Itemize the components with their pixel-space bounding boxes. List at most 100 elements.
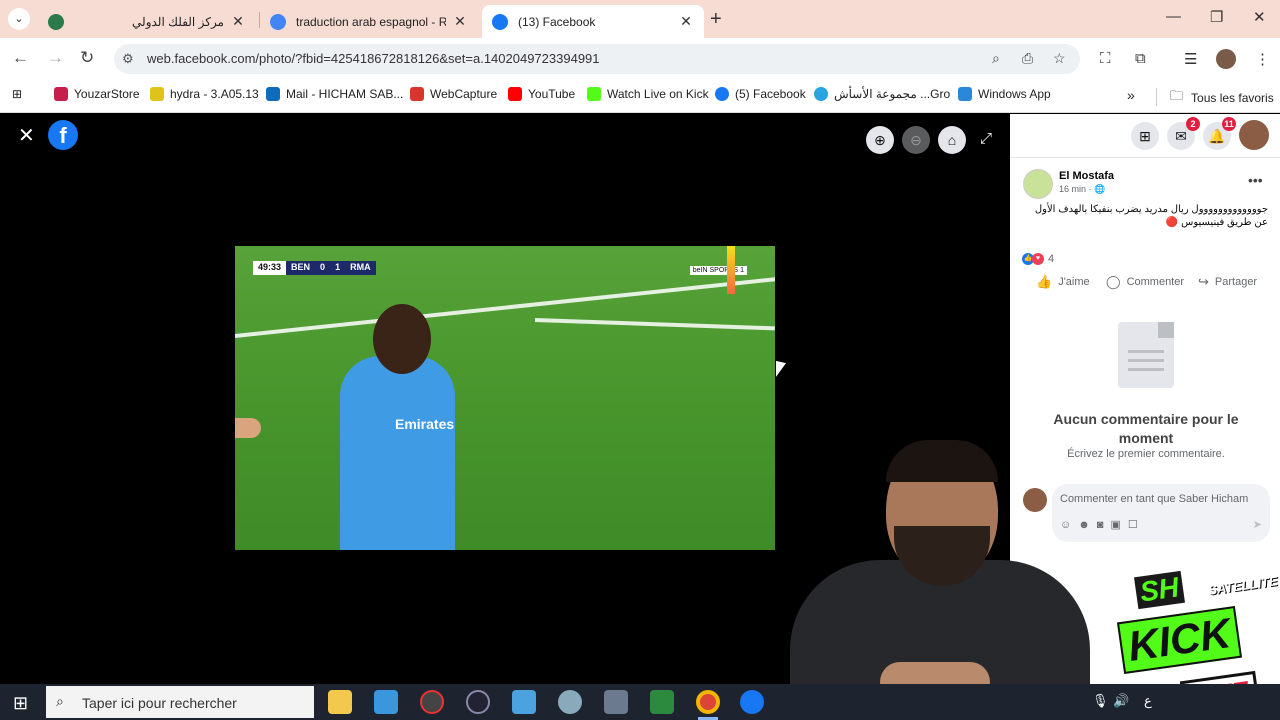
hand [235,418,261,438]
bookmark-facebook[interactable]: (5) Facebook [715,87,806,101]
microphone-icon[interactable]: 🎙 [1092,693,1109,709]
bookmark-hydra[interactable]: hydra - 3.A05.13 [150,87,259,101]
close-window-button[interactable]: ✕ [1253,8,1266,26]
restore-button[interactable]: ❐ [1210,8,1223,26]
back-icon[interactable]: ← [12,48,29,68]
edge-icon[interactable] [740,690,764,714]
messenger-icon[interactable]: ✉ 2 [1167,117,1200,150]
bookmark-star-icon[interactable]: ☆ [1053,50,1066,67]
apps-icon[interactable]: ⊞ [12,87,22,101]
reaction-count: 4 [1048,253,1055,265]
share-button[interactable]: ↪ Partager [1198,274,1257,290]
reaction-summary[interactable]: 👍 ♥ 4 [1022,253,1054,265]
bookmark-webcapture[interactable]: WebCapture [410,87,497,101]
notifications-icon[interactable]: 🔔 11 [1203,117,1236,150]
chrome-icon[interactable] [696,690,720,714]
menu-grid-icon[interactable]: ⊞ [1131,122,1159,150]
media-controls-icon[interactable]: ☰ [1184,50,1197,68]
facebook-logo[interactable]: f [48,120,78,150]
profile-avatar[interactable] [1216,49,1236,69]
tab-title: traduction arab espagnol - Rech [296,14,446,29]
author-avatar[interactable] [1023,169,1053,199]
mouse-cursor [776,360,786,380]
capture-icon[interactable]: ⛶ [1100,50,1111,67]
youtube-icon [508,87,522,101]
bookmark-kick[interactable]: Watch Live on Kick [587,87,709,101]
zoom-out-icon[interactable]: ⊖ [902,126,930,154]
windows-taskbar: ⊞ ⌕ Taper ici pour rechercher 🎙 🔊 ع [0,684,1280,720]
comment-button[interactable]: ◯ Commenter [1106,274,1184,290]
kick-icon [587,87,601,101]
all-bookmarks-button[interactable]: 🗀 Tous les favoris [1170,87,1274,109]
corner-flag [727,246,735,294]
post-text: جووووووووووووول ريال مدريد يضرب بنفيكا ب… [1034,204,1268,228]
like-button[interactable]: 👍 J'aime [1036,274,1090,290]
pitch-line [534,318,775,331]
close-tab-icon[interactable]: ✕ [678,13,694,30]
account-avatar[interactable] [1239,120,1269,150]
tab-strip: ⌄ مركز الفلك الدولي ✕ traduction arab es… [0,0,1280,38]
file-explorer-icon[interactable] [328,690,352,714]
extensions-icon[interactable]: ⧉ [1135,50,1146,67]
close-tab-icon[interactable]: ✕ [230,13,246,30]
reload-icon[interactable]: ↻ [80,48,94,68]
bookmark-windows-app[interactable]: Windows App [958,87,1051,101]
streamer-hair [886,440,998,482]
taskbar-search[interactable]: ⌕ Taper ici pour rechercher [46,686,314,718]
input-language[interactable]: ع [1144,693,1152,709]
tab-astronomy[interactable]: مركز الفلك الدولي ✕ [38,5,256,38]
more-options-icon[interactable]: ••• [1248,172,1263,188]
fullscreen-icon[interactable]: ⤢ [980,130,992,147]
browser-toolbar: ← → ↻ ⚙ web.facebook.com/photo/?fbid=425… [0,38,1280,80]
minimize-button[interactable]: — [1166,8,1181,25]
forward-icon[interactable]: → [47,48,64,68]
send-icon[interactable]: ➤ [1253,518,1262,531]
calculator-icon[interactable] [604,690,628,714]
bookmark-youzarstore[interactable]: YouzarStore [54,87,140,101]
bookmark-mail[interactable]: Mail - HICHAM SAB... [266,87,403,101]
store-icon[interactable] [374,690,398,714]
google-icon [270,13,286,30]
zoom-in-icon[interactable]: ⊕ [866,126,894,154]
new-tab-button[interactable]: + [710,8,722,31]
recorder-icon[interactable] [420,690,444,714]
post-timestamp[interactable]: 16 min · 🌐 [1059,184,1105,195]
close-tab-icon[interactable]: ✕ [452,13,468,30]
tab-search-button[interactable]: ⌄ [8,8,30,30]
tab-google-search[interactable]: traduction arab espagnol - Rech ✕ [260,5,478,38]
comment-icon: ◯ [1106,274,1121,289]
close-viewer-icon[interactable]: ✕ [18,123,35,148]
site-info-icon[interactable]: ⚙ [122,51,134,67]
volume-icon[interactable]: 🔊 [1113,693,1129,709]
youzarstore-icon [54,87,68,101]
url-text[interactable]: web.facebook.com/photo/?fbid=42541867281… [147,51,600,66]
tag-icon[interactable]: ⌂ [938,126,966,154]
windows-start-icon[interactable]: ⊞ [13,693,28,714]
install-app-icon[interactable]: ⎙ [1022,50,1033,67]
more-bookmarks-icon[interactable]: » [1127,87,1135,103]
zoom-icon[interactable]: ⌕ [992,50,1000,67]
tab-title: (13) Facebook [518,14,596,29]
windows-icon [958,87,972,101]
photo-image: 49:33 BEN 0 1 RMA beIN SPORTS 1 Emirates [235,246,775,550]
post-author[interactable]: El Mostafa [1059,170,1114,182]
notifications-badge: 11 [1222,117,1236,131]
bookmark-telegram[interactable]: مجموعة الأسأش ...Gro [814,87,950,101]
bookmark-youtube[interactable]: YouTube [508,87,575,101]
taskbar-search-placeholder[interactable]: Taper ici pour rechercher [82,695,237,711]
app-icon[interactable] [558,690,582,714]
menu-icon[interactable]: ⋮ [1255,50,1270,68]
facebook-icon [715,87,729,101]
sidebar-header: ⊞ ✉ 2 🔔 11 [1010,114,1280,158]
network-icon[interactable] [512,690,536,714]
address-bar[interactable]: ⚙ web.facebook.com/photo/?fbid=425418672… [114,44,1080,74]
scoreboard: 49:33 BEN 0 1 RMA [253,261,376,275]
jersey-sponsor: Emirates [395,416,455,432]
excel-icon[interactable] [650,690,674,714]
tab-facebook[interactable]: (13) Facebook ✕ [482,5,704,38]
player-head [373,304,431,374]
thumbs-up-icon: 👍 [1036,274,1053,289]
camera-icon[interactable] [466,690,490,714]
empty-comments-icon [1118,322,1174,388]
bookmarks-bar: ⊞ YouzarStore hydra - 3.A05.13 Mail - HI… [0,80,1280,113]
